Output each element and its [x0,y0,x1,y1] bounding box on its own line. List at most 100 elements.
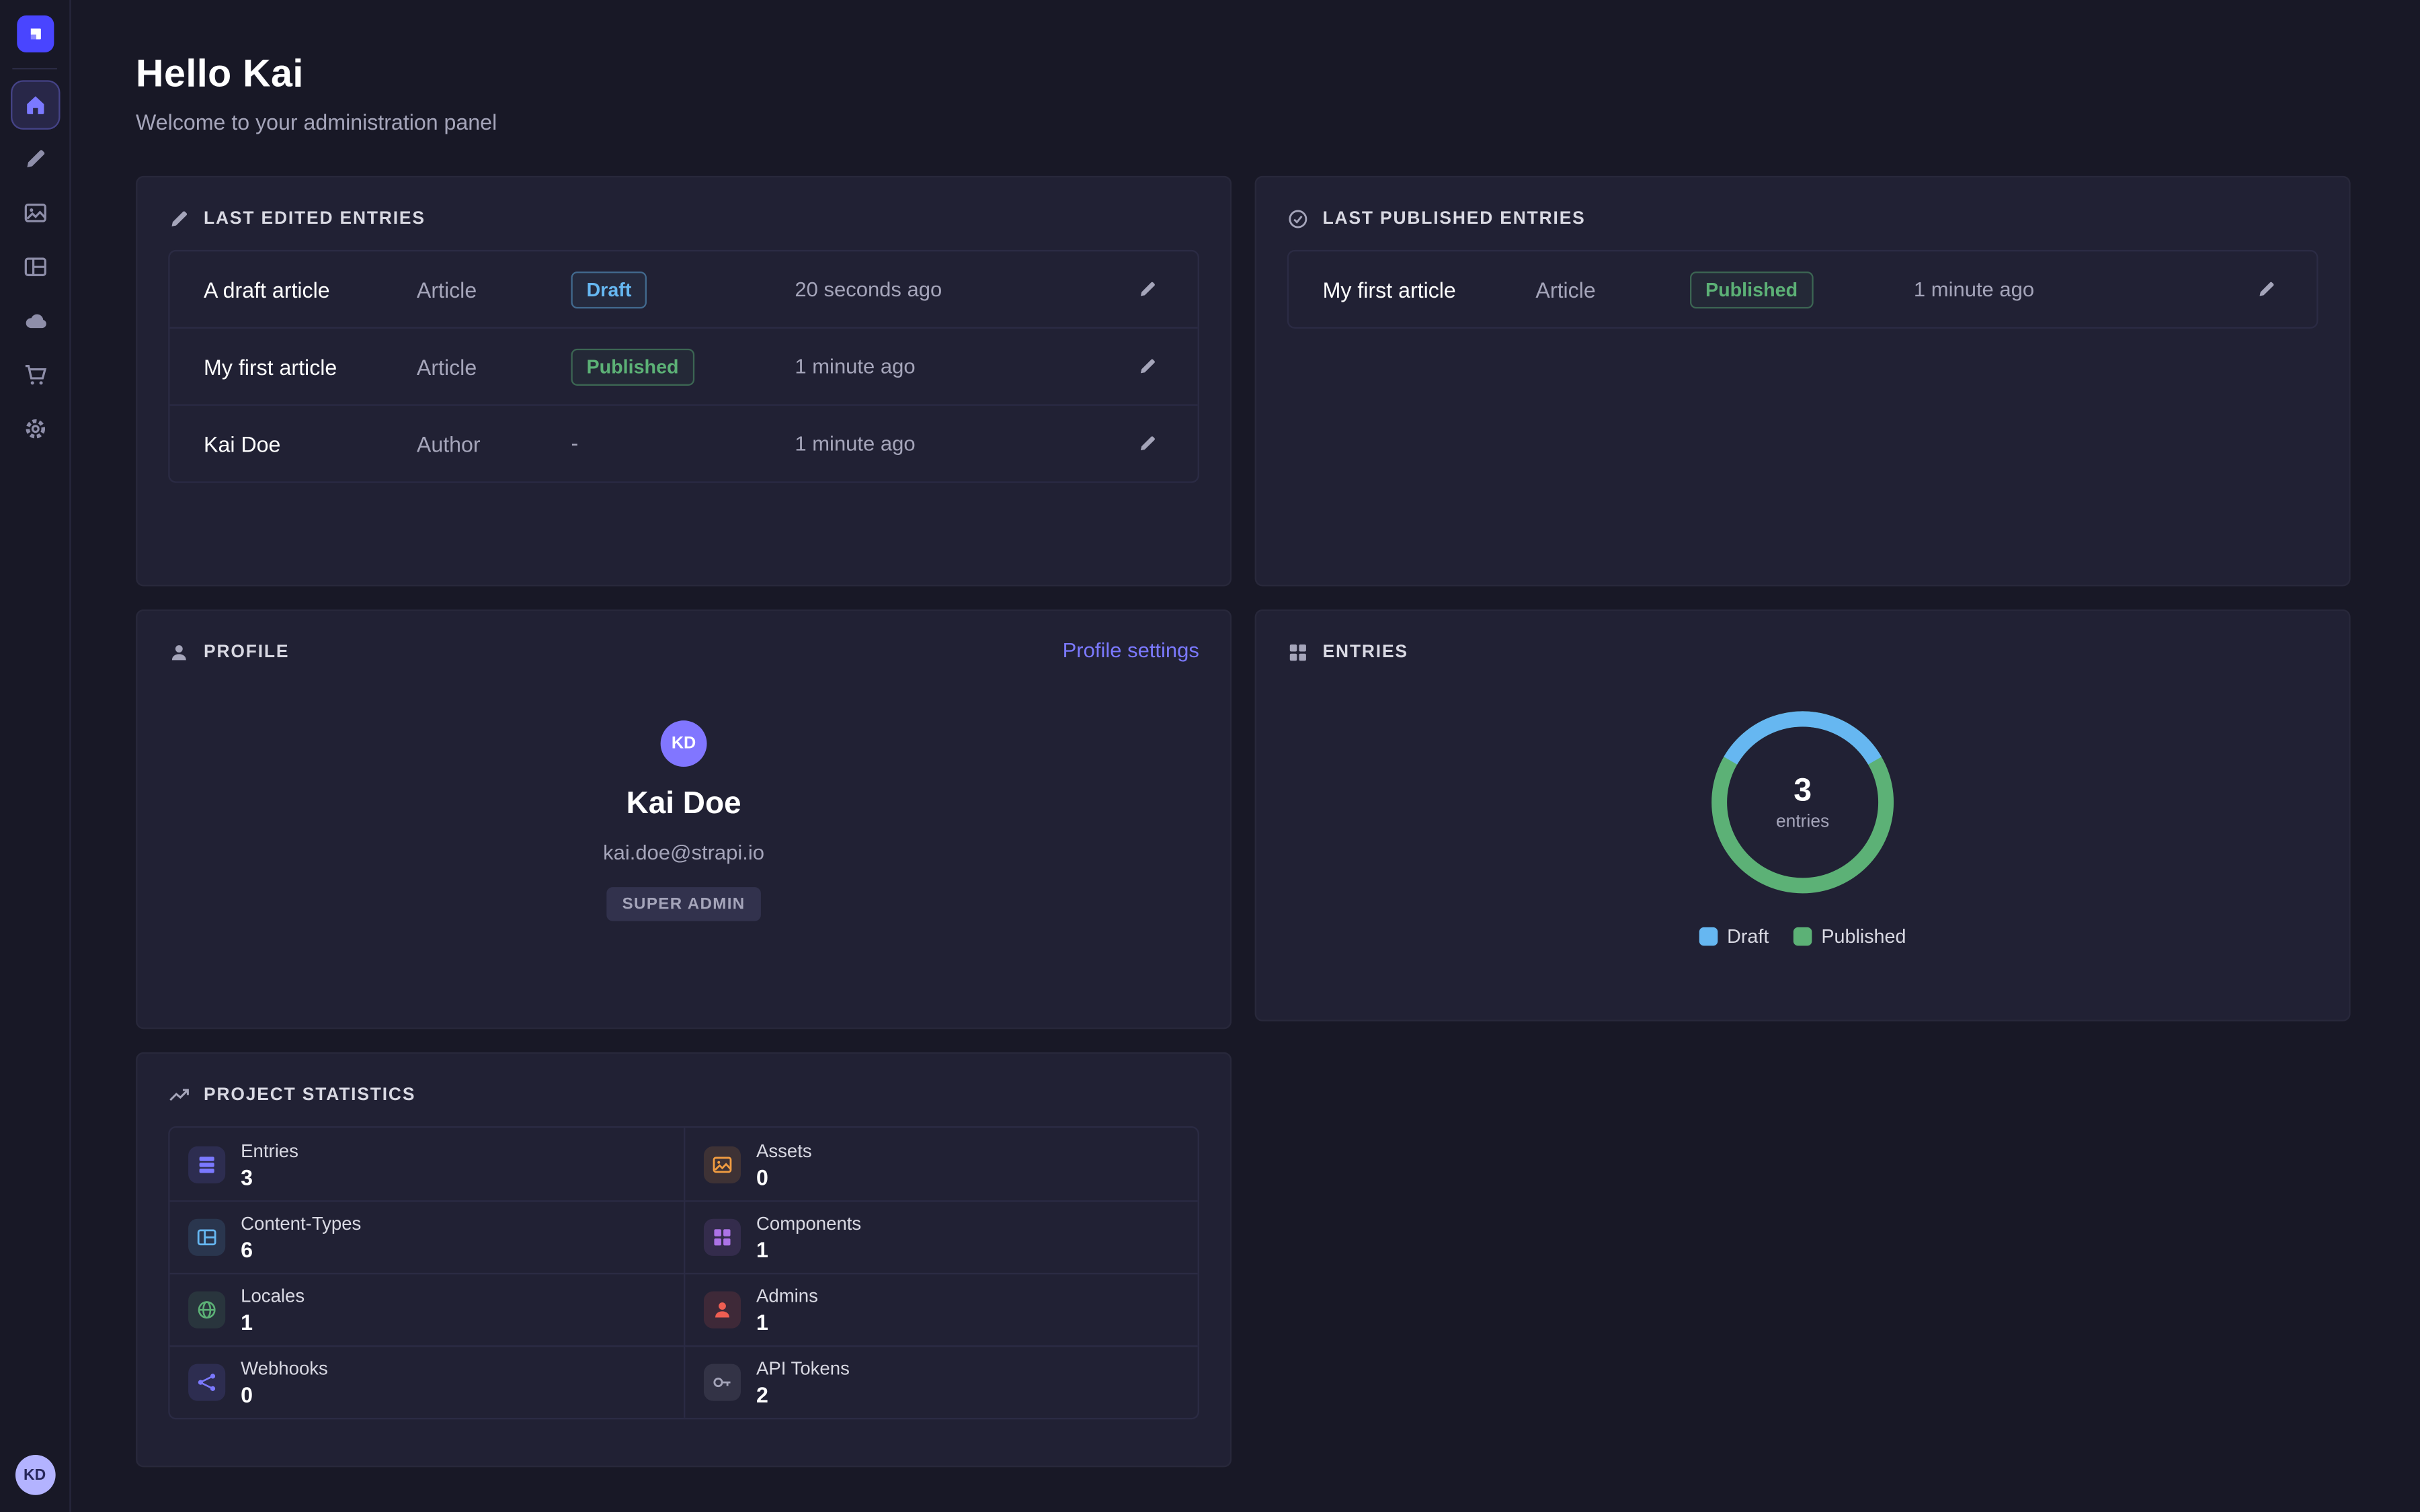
sidebar-item-content-manager[interactable] [10,134,59,183]
api-tokens-icon [704,1364,741,1401]
home-icon [22,92,47,117]
content-manager-icon [22,146,47,171]
sidebar: KD [0,0,71,1512]
assets-icon [704,1146,741,1183]
last-edited-table: A draft article Article Draft 20 seconds… [168,250,1199,483]
profile-name: Kai Doe [627,787,741,823]
stat-value: 3 [241,1164,253,1189]
profile-card: PROFILE Profile settings KD Kai Doe kai.… [136,610,1232,1029]
sidebar-item-settings[interactable] [10,403,59,452]
trend-up-icon [168,1085,190,1106]
profile-role-badge: SUPER ADMIN [607,887,761,921]
stats-table: Entries 3 Assets 0 Conte [168,1126,1199,1419]
legend-label: Published [1821,926,1906,948]
draft-swatch [1699,927,1718,946]
sidebar-item-home[interactable] [10,79,59,128]
media-library-icon [22,200,47,224]
pencil-icon [1137,280,1158,300]
profile-avatar: KD [661,720,707,767]
stat-value: 2 [756,1382,768,1407]
edit-entry-button[interactable] [2250,273,2282,305]
sidebar-item-marketplace[interactable] [10,349,59,398]
card-title: LAST EDITED ENTRIES [204,210,426,228]
webhooks-icon [188,1364,225,1401]
card-title: PROJECT STATISTICS [204,1086,415,1105]
user-avatar[interactable]: KD [15,1455,55,1495]
content-type-builder-icon [22,254,47,279]
last-published-table: My first article Article Published 1 min… [1287,250,2318,329]
stat-label: Entries [241,1140,298,1161]
pencil-icon [1137,356,1158,376]
stat-label: Locales [241,1285,305,1306]
entries-card: ENTRIES 3 entries [1255,610,2351,1021]
edit-entry-button[interactable] [1131,427,1164,460]
cart-icon [22,362,47,386]
admins-icon [704,1292,741,1329]
project-statistics-card: PROJECT STATISTICS Entries 3 [136,1052,1232,1468]
entries-unit: entries [1776,812,1829,831]
stat-webhooks: Webhooks 0 [170,1345,684,1418]
edit-entry-button[interactable] [1131,350,1164,382]
entry-type: Author [417,431,571,456]
last-edited-card: LAST EDITED ENTRIES A draft article Arti… [136,176,1232,587]
entry-name: A draft article [204,277,417,302]
legend-item-published: Published [1793,926,1906,948]
stat-value: 6 [241,1237,253,1262]
profile-email: kai.doe@strapi.io [603,841,764,864]
sidebar-item-deploy[interactable] [10,296,59,345]
stat-label: API Tokens [756,1357,850,1379]
content-types-icon [188,1219,225,1256]
stat-value: 1 [756,1237,768,1262]
person-icon [168,642,190,663]
stat-value: 0 [241,1382,253,1407]
status-badge: Draft [571,271,647,308]
entries-icon [188,1146,225,1183]
entries-grid-icon [1287,642,1309,663]
pencil-icon [1137,433,1158,454]
stat-entries: Entries 3 [170,1128,684,1200]
sidebar-item-content-type-builder[interactable] [10,241,59,290]
entry-type: Article [417,277,571,302]
entry-type: Article [1535,277,1690,302]
profile-settings-link[interactable]: Profile settings [1063,639,1199,662]
stat-assets: Assets 0 [684,1128,1198,1200]
stat-api-tokens: API Tokens 2 [684,1345,1198,1418]
sidebar-item-media-library[interactable] [10,187,59,237]
status-empty: - [571,429,578,454]
table-row[interactable]: Kai Doe Author - 1 minute ago [170,405,1198,482]
app-window: KD Hello Kai Welcome to your administrat… [0,0,2420,1512]
stat-locales: Locales 1 [170,1273,684,1345]
entry-time: 20 seconds ago [795,278,1131,300]
dashboard-grid: LAST EDITED ENTRIES A draft article Arti… [136,176,2351,1468]
entries-donut-chart: 3 entries [1702,702,1902,902]
locales-icon [188,1292,225,1329]
stat-admins: Admins 1 [684,1273,1198,1345]
sidebar-divider [12,68,57,69]
card-title: LAST PUBLISHED ENTRIES [1323,210,1586,228]
chart-legend: Draft Published [1699,926,1906,948]
legend-item-draft: Draft [1699,926,1769,948]
legend-label: Draft [1727,926,1769,948]
strapi-logo[interactable] [16,15,53,52]
entry-name: My first article [1323,277,1536,302]
table-row[interactable]: My first article Article Published 1 min… [1289,251,2316,327]
card-title: ENTRIES [1323,643,1408,662]
edit-entry-button[interactable] [1131,273,1164,305]
table-row[interactable]: A draft article Article Draft 20 seconds… [170,251,1198,327]
cloud-icon [22,308,47,333]
pencil-icon [2257,280,2277,300]
stat-label: Content-Types [241,1213,361,1234]
stat-label: Components [756,1213,861,1234]
entry-time: 1 minute ago [795,432,1131,455]
published-swatch [1793,927,1812,946]
status-badge: Published [1690,271,1813,308]
entries-count: 3 [1793,773,1812,806]
entry-type: Article [417,354,571,379]
page-subtitle: Welcome to your administration panel [136,110,2351,134]
check-circle-icon [1287,208,1309,230]
entry-name: My first article [204,354,417,379]
card-title: PROFILE [204,643,289,662]
page-title: Hello Kai [136,52,2351,97]
stat-label: Admins [756,1285,818,1306]
table-row[interactable]: My first article Article Published 1 min… [170,327,1198,405]
